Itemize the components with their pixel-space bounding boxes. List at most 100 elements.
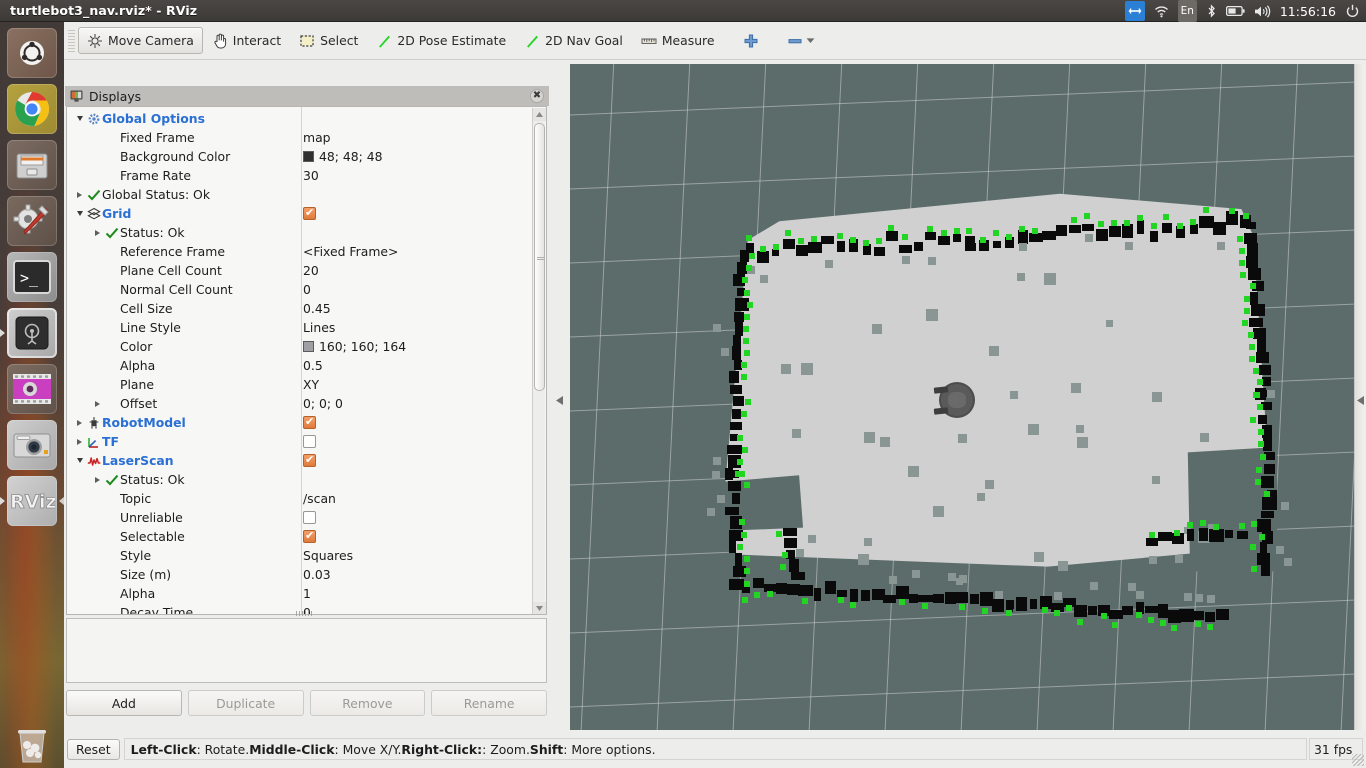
display-property-value[interactable]: 20 — [303, 261, 533, 280]
scroll-down-icon[interactable] — [533, 602, 546, 614]
left-dock-collapse-handle[interactable] — [554, 64, 564, 736]
displays-tree-scrollbar[interactable] — [532, 108, 546, 614]
display-tree-row[interactable]: Grid — [67, 204, 533, 223]
power-gear-icon[interactable] — [1345, 0, 1360, 22]
expand-arrow-icon[interactable] — [91, 400, 104, 407]
expand-arrow-icon[interactable] — [73, 191, 86, 198]
remove-button[interactable]: Remove — [309, 690, 426, 716]
scroll-up-icon[interactable] — [533, 108, 546, 121]
expand-arrow-icon[interactable] — [91, 229, 104, 236]
add-button[interactable]: Add — [66, 690, 182, 716]
remove-tool-button[interactable] — [778, 27, 824, 54]
tool-select[interactable]: Select — [290, 27, 367, 54]
display-property-value[interactable] — [303, 109, 533, 128]
display-tree-row[interactable]: Alpha 0.5 — [67, 356, 533, 375]
enable-checkbox[interactable] — [303, 206, 316, 220]
display-property-value[interactable] — [303, 451, 533, 470]
duplicate-button[interactable]: Duplicate — [187, 690, 304, 716]
camera-icon[interactable] — [7, 420, 57, 470]
terminal-icon[interactable]: >_ — [7, 252, 57, 302]
tool-measure[interactable]: Measure — [632, 27, 724, 54]
collapse-arrow-icon[interactable] — [73, 211, 86, 216]
display-property-value[interactable]: 0 — [303, 603, 533, 614]
enable-checkbox[interactable] — [303, 415, 316, 429]
display-property-value[interactable] — [303, 223, 533, 242]
display-property-value[interactable] — [303, 527, 533, 546]
display-tree-row[interactable]: Reference Frame <Fixed Frame> — [67, 242, 533, 261]
display-property-value[interactable] — [303, 508, 533, 527]
network-connections-icon[interactable] — [1124, 1, 1145, 21]
bluetooth-icon[interactable] — [1206, 0, 1217, 22]
tool-interact[interactable]: Interact — [203, 27, 290, 54]
display-tree-row[interactable]: Plane XY — [67, 375, 533, 394]
display-property-value[interactable]: 0.03 — [303, 565, 533, 584]
settings-tools-icon[interactable] — [7, 196, 57, 246]
wifi-icon[interactable] — [1154, 0, 1169, 22]
display-tree-row[interactable]: Style Squares — [67, 546, 533, 565]
enable-checkbox[interactable] — [303, 529, 316, 543]
display-tree-row[interactable]: Background Color 48; 48; 48 — [67, 147, 533, 166]
collapse-arrow-icon[interactable] — [73, 116, 86, 121]
chrome-icon[interactable] — [7, 84, 57, 134]
tool-2d-nav-goal[interactable]: 2D Nav Goal — [515, 27, 632, 54]
display-tree-row[interactable]: Topic/scan — [67, 489, 533, 508]
display-property-value[interactable] — [303, 185, 533, 204]
display-property-value[interactable]: 48; 48; 48 — [303, 147, 533, 166]
color-swatch[interactable] — [303, 151, 314, 162]
language-indicator[interactable]: En — [1177, 0, 1197, 22]
display-tree-row[interactable]: LaserScan — [67, 451, 533, 470]
right-dock-collapse-handle[interactable] — [1354, 64, 1365, 736]
display-property-value[interactable]: 0 — [303, 280, 533, 299]
display-property-value[interactable] — [303, 204, 533, 223]
display-property-value[interactable]: /scan — [303, 489, 533, 508]
3d-view[interactable] — [570, 64, 1360, 736]
display-property-value[interactable]: 160; 160; 164 — [303, 337, 533, 356]
enable-checkbox[interactable] — [303, 453, 316, 467]
safe-icon[interactable] — [7, 308, 57, 358]
tool-2d-pose-estimate[interactable]: 2D Pose Estimate — [367, 27, 515, 54]
display-tree-row[interactable]: Fixed Frame map — [67, 128, 533, 147]
display-property-value[interactable] — [303, 432, 533, 451]
display-tree-row[interactable]: Unreliable — [67, 508, 533, 527]
chevron-down-icon[interactable] — [806, 33, 815, 48]
display-tree-row[interactable]: Status: Ok — [67, 223, 533, 242]
display-tree-row[interactable]: Global Status: Ok — [67, 185, 533, 204]
video-icon[interactable] — [7, 364, 57, 414]
display-property-value[interactable]: 1 — [303, 584, 533, 603]
display-property-value[interactable]: Squares — [303, 546, 533, 565]
display-tree-row[interactable]: Offset 0; 0; 0 — [67, 394, 533, 413]
display-property-value[interactable]: map — [303, 128, 533, 147]
display-property-value[interactable]: 0.45 — [303, 299, 533, 318]
expand-arrow-icon[interactable] — [73, 438, 86, 445]
display-tree-row[interactable]: Selectable — [67, 527, 533, 546]
display-property-value[interactable]: <Fixed Frame> — [303, 242, 533, 261]
expand-arrow-icon[interactable] — [73, 419, 86, 426]
display-tree-row[interactable]: Line Style Lines — [67, 318, 533, 337]
toolbar-grip[interactable] — [68, 29, 75, 52]
display-property-value[interactable]: 0; 0; 0 — [303, 394, 533, 413]
display-tree-row[interactable]: Frame Rate 30 — [67, 166, 533, 185]
display-tree-row[interactable]: Normal Cell Count 0 — [67, 280, 533, 299]
files-icon[interactable] — [7, 140, 57, 190]
close-icon[interactable]: ✖ — [530, 89, 544, 103]
tool-move-camera[interactable]: Move Camera — [78, 27, 203, 54]
display-tree-row[interactable]: RobotModel — [67, 413, 533, 432]
rename-button[interactable]: Rename — [431, 690, 547, 716]
rviz-icon[interactable]: RViz — [7, 476, 57, 526]
displays-tree[interactable]: Global Options Fixed Frame map Background C… — [66, 106, 547, 615]
display-tree-row[interactable]: Size (m) 0.03 — [67, 565, 533, 584]
display-tree-row[interactable]: Global Options — [67, 109, 533, 128]
ubuntu-dash-icon[interactable] — [7, 28, 57, 78]
display-tree-row[interactable]: Cell Size 0.45 — [67, 299, 533, 318]
color-swatch[interactable] — [303, 341, 314, 352]
display-tree-row[interactable]: Status: Ok — [67, 470, 533, 489]
display-property-value[interactable] — [303, 413, 533, 432]
display-property-value[interactable]: 30 — [303, 166, 533, 185]
display-tree-row[interactable]: Plane Cell Count 20 — [67, 261, 533, 280]
display-property-value[interactable]: Lines — [303, 318, 533, 337]
trash-icon[interactable] — [7, 720, 57, 768]
display-property-value[interactable] — [303, 470, 533, 489]
enable-checkbox[interactable] — [303, 435, 316, 448]
clock[interactable]: 11:56:16 — [1280, 0, 1336, 22]
display-property-value[interactable]: XY — [303, 375, 533, 394]
